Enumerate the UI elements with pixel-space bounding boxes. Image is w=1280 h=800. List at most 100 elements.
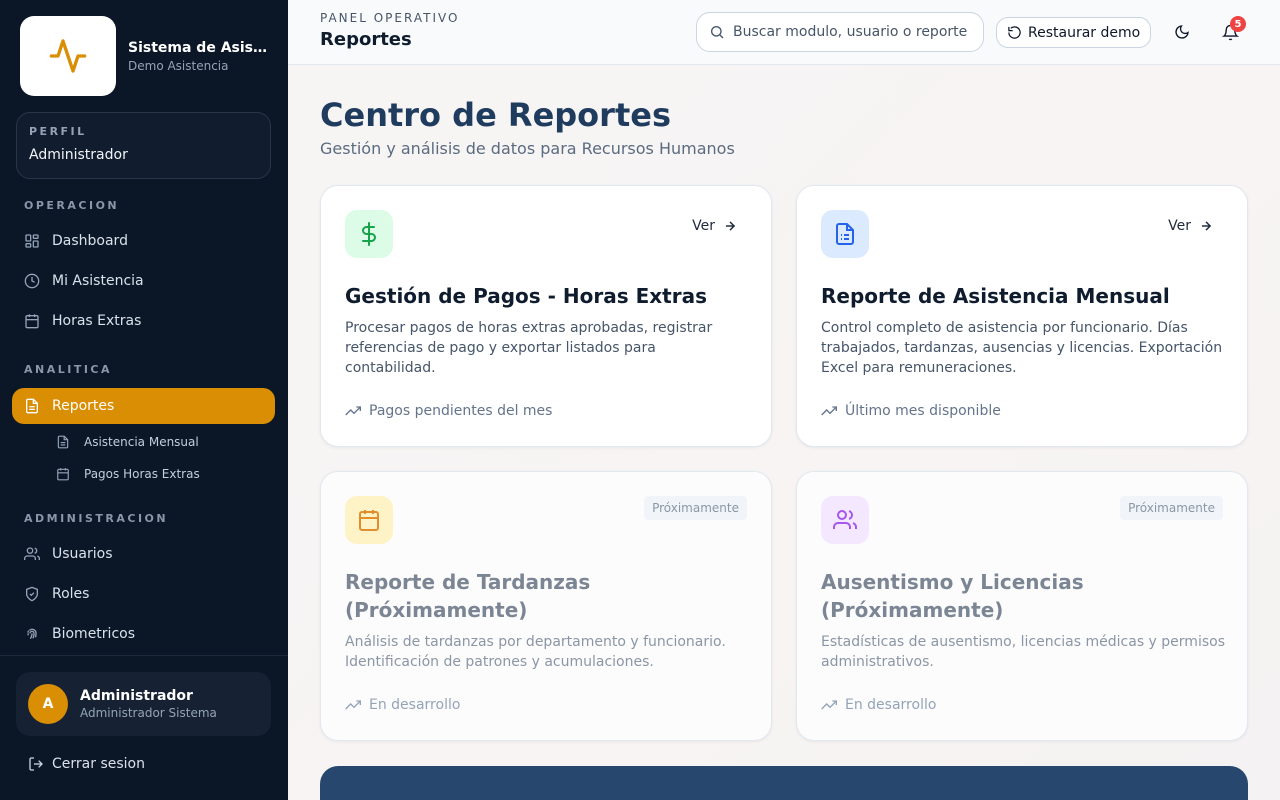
card-title: Reporte de Asistencia Mensual — [821, 284, 1170, 308]
sidebar-item-label: Mi Asistencia — [52, 273, 144, 289]
sidebar-item-dashboard[interactable]: Dashboard — [12, 223, 275, 259]
card-view-link[interactable]: Ver — [692, 218, 737, 234]
report-card-pagos-horas-extras[interactable]: Ver Gestión de Pagos - Horas Extras Proc… — [320, 185, 772, 447]
card-footer-label: Pagos pendientes del mes — [369, 403, 553, 419]
profile-label: PERFIL — [29, 125, 87, 138]
card-view-link[interactable]: Ver — [1168, 218, 1213, 234]
theme-toggle-button[interactable] — [1168, 18, 1196, 46]
restore-demo-button[interactable]: Restaurar demo — [996, 17, 1152, 48]
card-footer-label: En desarrollo — [369, 697, 461, 713]
card-description: Procesar pagos de horas extras aprobadas… — [345, 320, 713, 376]
card-title: Ausentismo y Licencias (Próximamente) — [821, 570, 1084, 622]
section-label-administracion: ADMINISTRACION — [24, 512, 169, 525]
search-box[interactable] — [696, 12, 984, 52]
users-icon — [833, 510, 857, 529]
report-card-tardanzas: Próximamente Reporte de Tardanzas (Próxi… — [320, 471, 772, 741]
logout-icon — [28, 756, 44, 772]
sidebar-item-usuarios[interactable]: Usuarios — [12, 536, 275, 572]
notifications-button[interactable]: 5 — [1216, 16, 1246, 46]
user-card[interactable]: A Administrador Administrador Sistema — [16, 672, 271, 736]
profile-selector[interactable]: PERFIL Administrador — [16, 112, 271, 179]
sidebar-item-biometricos[interactable]: Biometricos — [12, 616, 275, 652]
trending-up-icon — [345, 403, 361, 419]
sidebar-item-label: Roles — [52, 586, 90, 602]
calendar-icon — [56, 467, 70, 481]
dashboard-icon — [24, 233, 40, 249]
card-icon-container — [345, 210, 393, 258]
card-title: Gestión de Pagos - Horas Extras — [345, 284, 707, 308]
brand[interactable]: Sistema de Asistencia Demo Asistencia — [20, 16, 268, 96]
brand-logo — [20, 16, 116, 96]
profile-value: Administrador — [29, 147, 128, 163]
arrow-right-icon — [723, 219, 737, 233]
restore-demo-label: Restaurar demo — [1028, 24, 1141, 41]
search-input[interactable] — [733, 24, 973, 40]
notification-count-badge: 5 — [1230, 16, 1246, 32]
card-icon-container — [345, 496, 393, 544]
sidebar-item-label: Usuarios — [52, 546, 113, 562]
card-description: Control completo de asistencia por funci… — [821, 320, 1223, 376]
sidebar-subitem-asistencia-mensual[interactable]: Asistencia Mensual — [56, 431, 199, 453]
bottom-banner — [320, 766, 1248, 800]
sidebar: Sistema de Asistencia Demo Asistencia PE… — [0, 0, 288, 800]
pulse-icon — [49, 39, 87, 73]
section-label-analitica: ANALITICA — [24, 363, 113, 376]
card-description: Estadísticas de ausentismo, licencias mé… — [821, 634, 1225, 670]
sidebar-divider — [0, 655, 288, 656]
card-footer: En desarrollo — [821, 697, 936, 713]
card-footer: Último mes disponible — [821, 403, 1001, 419]
user-name: Administrador — [80, 688, 193, 704]
sidebar-item-roles[interactable]: Roles — [12, 576, 275, 612]
sidebar-item-label: Dashboard — [52, 233, 128, 249]
arrow-right-icon — [1199, 219, 1213, 233]
report-card-ausentismo: Próximamente Ausentismo y Licencias (Pró… — [796, 471, 1248, 741]
card-footer: Pagos pendientes del mes — [345, 403, 552, 419]
shield-icon — [24, 586, 40, 602]
file-icon — [56, 435, 70, 449]
document-icon — [836, 223, 854, 245]
trending-up-icon — [345, 697, 361, 713]
card-title: Reporte de Tardanzas (Próximamente) — [345, 570, 591, 622]
sidebar-subitem-label: Asistencia Mensual — [84, 435, 199, 449]
logout-label: Cerrar sesion — [52, 756, 145, 772]
user-role: Administrador Sistema — [80, 706, 217, 720]
sidebar-item-horas-extras[interactable]: Horas Extras — [12, 303, 275, 339]
sidebar-item-label: Horas Extras — [52, 313, 142, 329]
section-label-operacion: OPERACION — [24, 199, 120, 212]
page-subtitle: Gestión y análisis de datos para Recurso… — [320, 139, 735, 158]
avatar: A — [28, 684, 68, 724]
calendar-icon — [359, 510, 379, 531]
brand-title: Sistema de Asistencia — [128, 39, 268, 56]
header-kicker: PANEL OPERATIVO — [320, 11, 460, 25]
card-footer: En desarrollo — [345, 697, 460, 713]
card-icon-container — [821, 496, 869, 544]
sidebar-item-mi-asistencia[interactable]: Mi Asistencia — [12, 263, 275, 299]
calendar-icon — [24, 313, 40, 329]
refresh-icon — [1007, 25, 1022, 40]
fingerprint-icon — [24, 626, 40, 642]
header-title: Reportes — [320, 29, 412, 50]
clock-icon — [24, 273, 40, 289]
logout-button[interactable]: Cerrar sesion — [28, 756, 145, 772]
card-description: Análisis de tardanzas por departamento y… — [345, 634, 726, 670]
sidebar-subitem-pagos-horas-extras[interactable]: Pagos Horas Extras — [56, 463, 200, 485]
trending-up-icon — [821, 403, 837, 419]
sidebar-item-reportes[interactable]: Reportes — [12, 388, 275, 424]
users-icon — [24, 546, 40, 562]
card-view-label: Ver — [1168, 218, 1191, 234]
topbar: PANEL OPERATIVO Reportes Restaurar demo … — [288, 0, 1280, 65]
card-view-label: Ver — [692, 218, 715, 234]
file-icon — [24, 398, 40, 414]
coming-soon-badge: Próximamente — [644, 496, 747, 520]
dollar-icon — [362, 222, 376, 246]
page-title: Centro de Reportes — [320, 96, 671, 134]
report-card-asistencia-mensual[interactable]: Ver Reporte de Asistencia Mensual Contro… — [796, 185, 1248, 447]
brand-subtitle: Demo Asistencia — [128, 58, 229, 73]
search-icon — [709, 24, 725, 40]
trending-up-icon — [821, 697, 837, 713]
sidebar-subitem-label: Pagos Horas Extras — [84, 467, 200, 481]
sidebar-item-label: Reportes — [52, 398, 115, 414]
card-footer-label: En desarrollo — [845, 697, 937, 713]
sidebar-item-label: Biometricos — [52, 626, 136, 642]
main-content: Centro de Reportes Gestión y análisis de… — [288, 65, 1280, 800]
